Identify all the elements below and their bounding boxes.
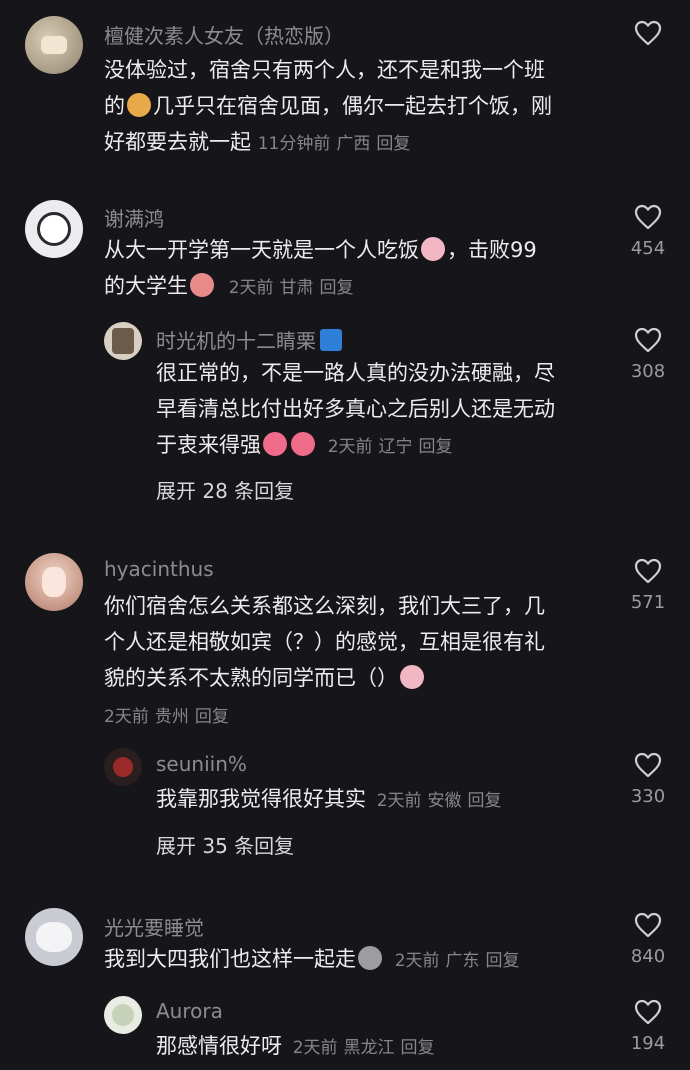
comment-meta: 2天前 贵州 回复 bbox=[104, 707, 229, 727]
reply-meta: 2天前 安徽 回复 bbox=[376, 791, 502, 811]
heart-outline-icon bbox=[634, 752, 662, 778]
pink-blob-emoji-icon bbox=[263, 432, 287, 456]
reply-text: 我靠那我觉得很好其实 2天前 安徽 回复 bbox=[156, 781, 606, 819]
like-button[interactable]: 571 bbox=[618, 558, 678, 613]
heart-outline-icon bbox=[634, 204, 662, 230]
pink-blob-emoji-icon bbox=[291, 432, 315, 456]
comment-text: 没体验过，宿舍只有两个人，还不是和我一个班 的几乎只在宿舍见面，偶尔一起去打个饭… bbox=[104, 58, 552, 154]
like-count: 330 bbox=[630, 786, 666, 807]
avatar[interactable] bbox=[104, 996, 142, 1034]
like-count: 454 bbox=[630, 238, 666, 259]
expand-replies-button[interactable]: 展开 35 条回复 bbox=[156, 830, 294, 859]
heart-outline-icon bbox=[634, 327, 662, 353]
comment-text: 从大一开学第一天就是一个人吃饭 ，击败99 的大学生 2天前 甘肃 回复 bbox=[104, 237, 537, 298]
username[interactable]: hyacinthus bbox=[104, 557, 214, 581]
avatar[interactable] bbox=[25, 16, 83, 74]
like-button[interactable]: 308 bbox=[618, 327, 678, 382]
reply-text: 那感情很好呀 2天前 黑龙江 回复 bbox=[156, 1028, 606, 1066]
reply-button[interactable]: 回复 bbox=[320, 278, 354, 298]
expand-replies-button[interactable]: 展开 28 条回复 bbox=[156, 475, 294, 504]
comment-meta: 2天前 甘肃 回复 bbox=[228, 278, 354, 298]
like-count: 308 bbox=[630, 361, 666, 382]
like-count: 571 bbox=[630, 592, 666, 613]
reply-button[interactable]: 回复 bbox=[486, 951, 520, 971]
reply-username[interactable]: 时光机的十二睛栗 bbox=[156, 325, 342, 354]
like-count: 840 bbox=[630, 946, 666, 967]
like-button[interactable]: 330 bbox=[618, 752, 678, 807]
username[interactable]: 光光要睡觉 bbox=[104, 912, 204, 941]
heart-outline-icon bbox=[634, 20, 662, 46]
reply-button[interactable]: 回复 bbox=[195, 707, 229, 727]
comment-text: 你们宿舍怎么关系都这么深刻，我们大三了，几 个人还是相敬如宾（？）的感觉，互相是… bbox=[104, 594, 545, 690]
reply-username[interactable]: seuniin% bbox=[156, 752, 247, 776]
heart-outline-icon bbox=[634, 999, 662, 1025]
reply-text: 很正常的，不是一路人真的没办法硬融，尽 早看清总比付出好多真心之后别人还是无动 … bbox=[156, 361, 555, 457]
avatar[interactable] bbox=[25, 553, 83, 611]
avatar[interactable] bbox=[25, 908, 83, 966]
crying-emoji-icon bbox=[421, 237, 445, 261]
like-button[interactable]: 194 bbox=[618, 999, 678, 1054]
smirk-emoji-icon bbox=[127, 93, 151, 117]
sweating-gray-emoji-icon bbox=[358, 946, 382, 970]
heart-outline-icon bbox=[634, 912, 662, 938]
reply-username[interactable]: Aurora bbox=[156, 999, 223, 1023]
comment-text: 我到大四我们也这样一起走 2天前 广东 回复 bbox=[104, 941, 604, 979]
reply-meta: 2天前 黑龙江 回复 bbox=[292, 1038, 435, 1058]
comment-meta: 11分钟前 广西 回复 bbox=[257, 134, 411, 154]
reply-button[interactable]: 回复 bbox=[468, 791, 502, 811]
like-button[interactable]: 454 bbox=[618, 204, 678, 259]
like-button[interactable]: 840 bbox=[618, 912, 678, 967]
avatar[interactable] bbox=[104, 322, 142, 360]
comment-meta: 2天前 广东 回复 bbox=[394, 951, 520, 971]
heart-outline-icon bbox=[634, 558, 662, 584]
screaming-emoji-icon bbox=[190, 273, 214, 297]
reply-button[interactable]: 回复 bbox=[376, 134, 410, 154]
reply-button[interactable]: 回复 bbox=[419, 437, 453, 457]
crying-emoji-icon bbox=[400, 665, 424, 689]
reply-button[interactable]: 回复 bbox=[401, 1038, 435, 1058]
avatar[interactable] bbox=[104, 748, 142, 786]
avatar[interactable] bbox=[25, 200, 83, 258]
like-count: 194 bbox=[630, 1033, 666, 1054]
v-badge-icon bbox=[320, 329, 342, 351]
like-button[interactable] bbox=[618, 20, 678, 46]
username[interactable]: 檀健次素人女友（热恋版） bbox=[104, 20, 344, 49]
username[interactable]: 谢满鸿 bbox=[104, 203, 164, 232]
reply-meta: 2天前 辽宁 回复 bbox=[327, 437, 453, 457]
